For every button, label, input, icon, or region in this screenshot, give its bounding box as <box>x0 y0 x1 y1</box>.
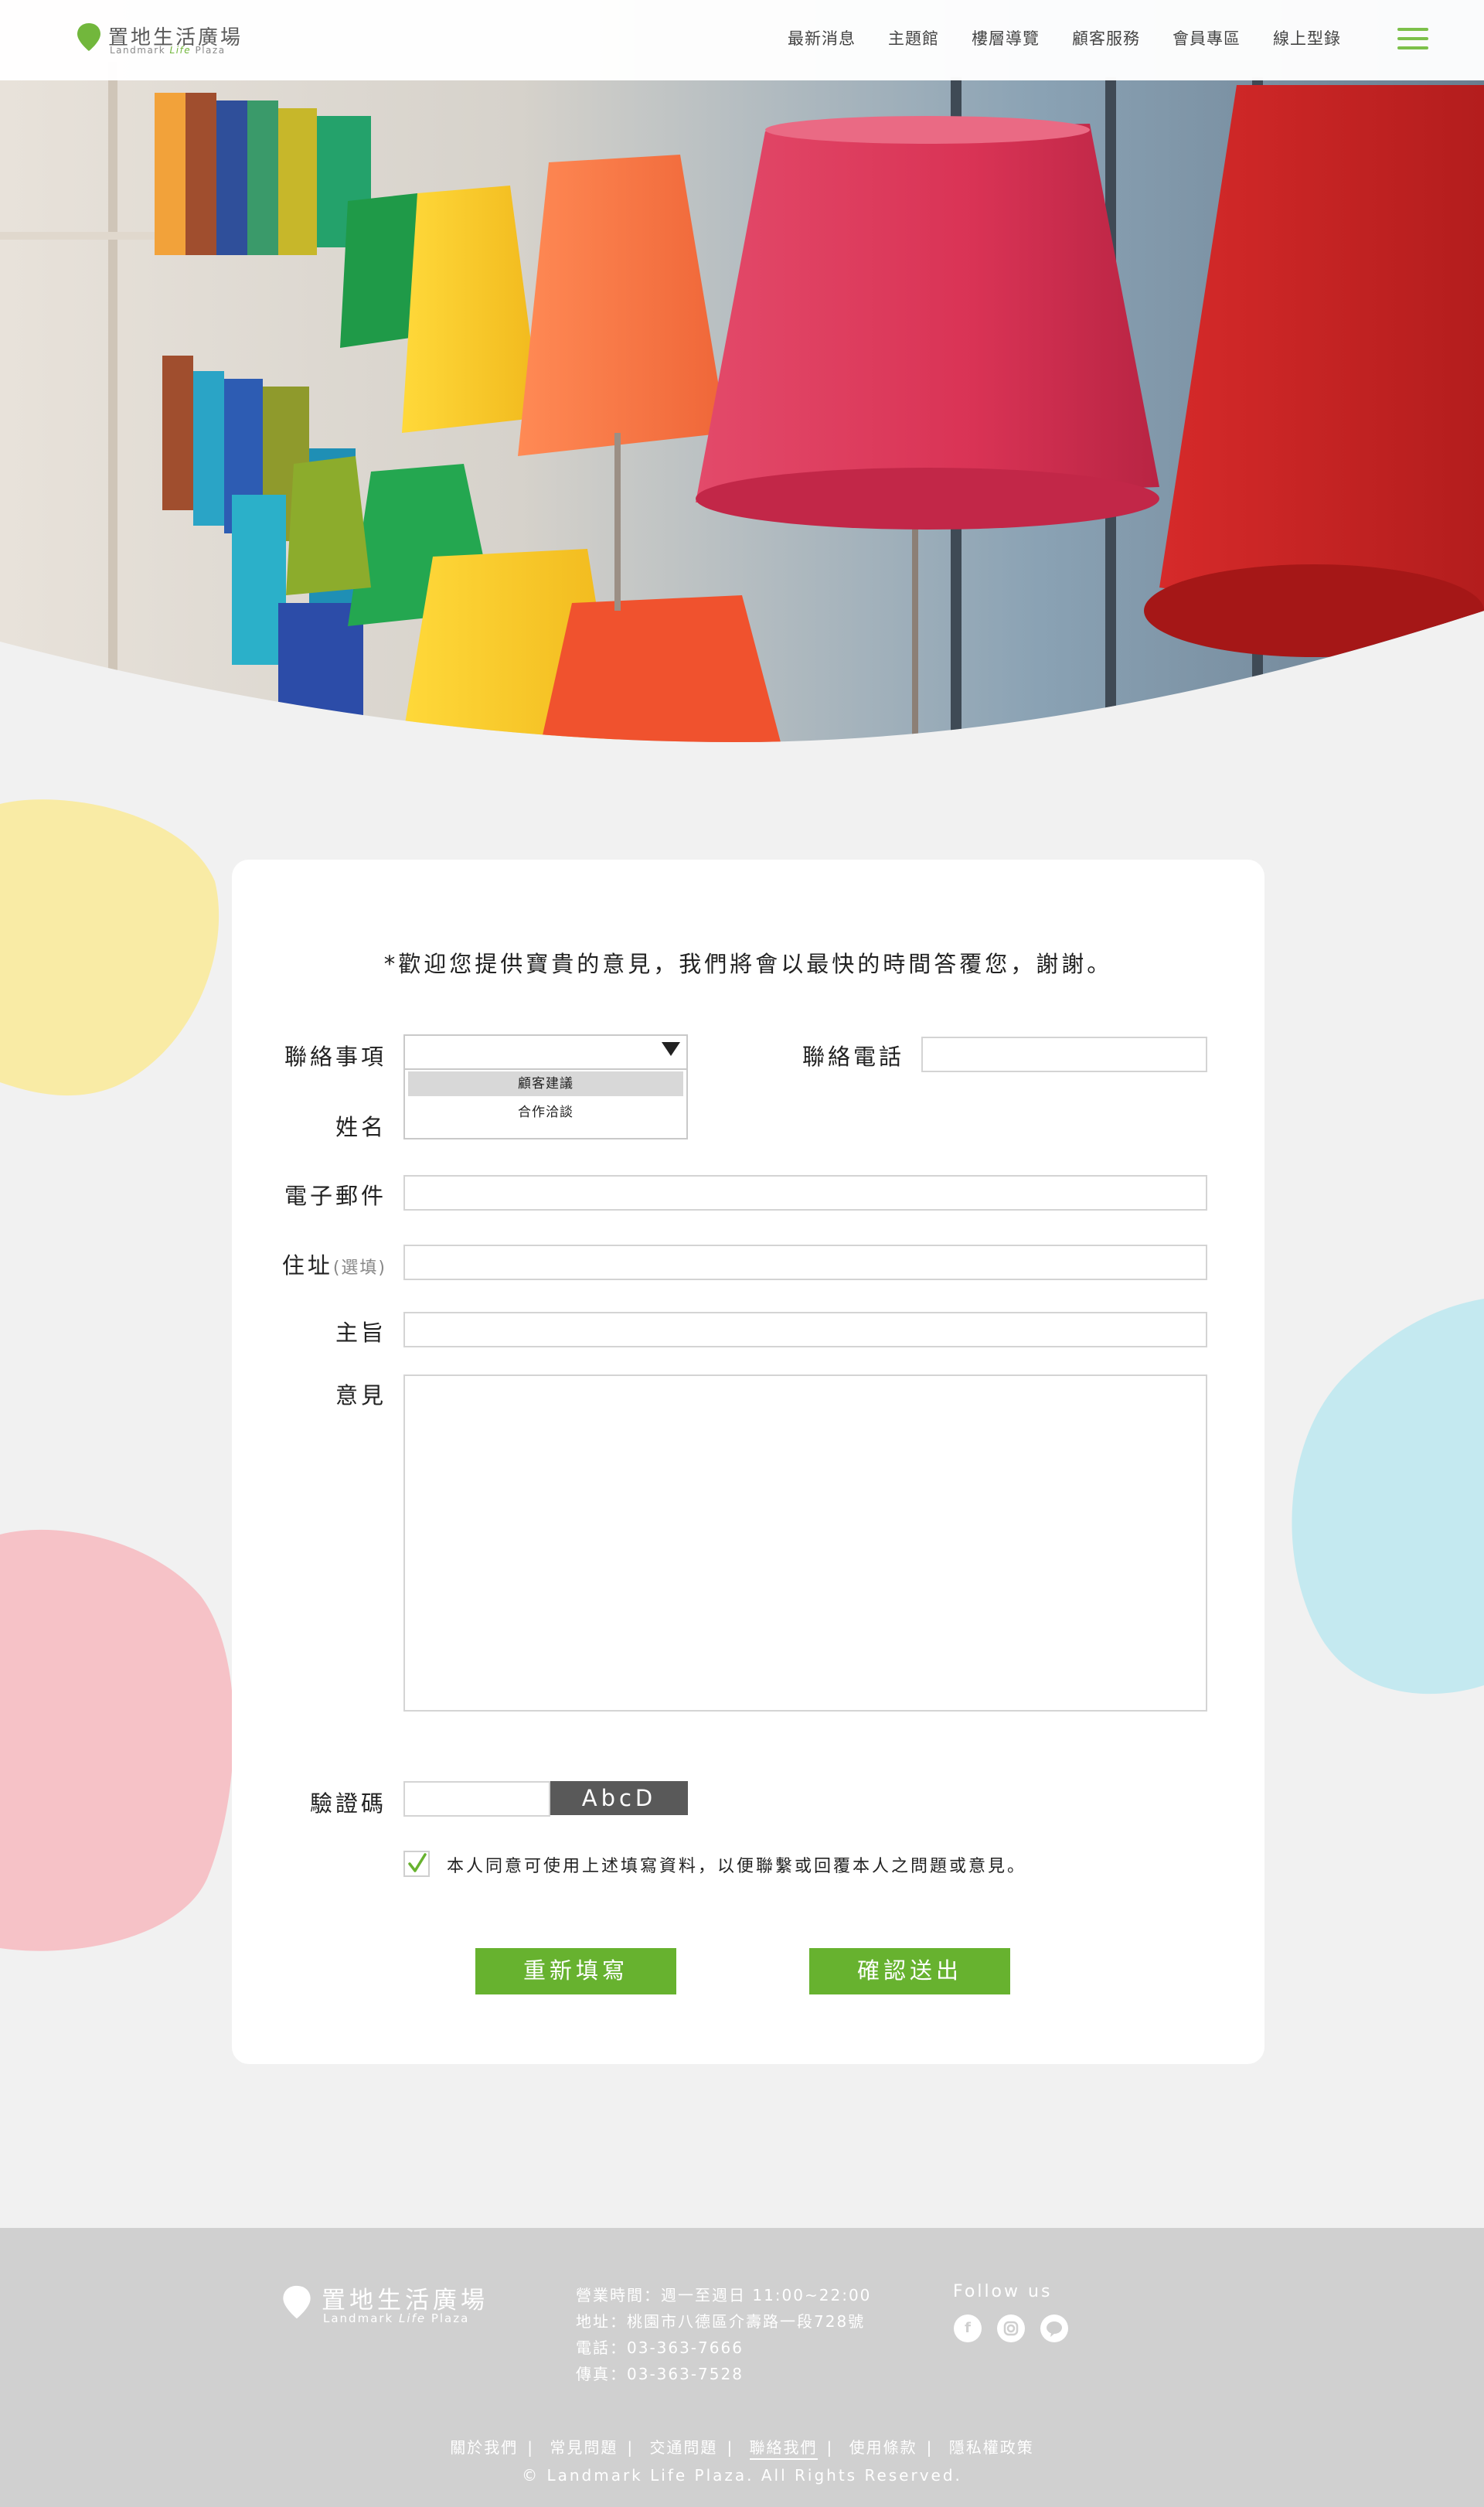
footer-logo[interactable]: 置地生活廣場 Landmark Life Plaza <box>281 2280 513 2327</box>
email-label: 電子郵件 <box>284 1183 386 1209</box>
line-icon[interactable] <box>1040 2315 1068 2342</box>
form-intro-text: *歡迎您提供寶貴的意見，我們將會以最快的時間答覆您，謝謝。 <box>383 951 1113 977</box>
pink-blob-decoration <box>0 1529 234 1951</box>
captcha-label: 驗證碼 <box>309 1790 386 1817</box>
captcha-input[interactable] <box>403 1781 550 1817</box>
nav-item-news[interactable]: 最新消息 <box>788 26 856 49</box>
subject-option-cooperation[interactable]: 合作洽談 <box>405 1098 686 1127</box>
message-textarea[interactable] <box>403 1374 1207 1712</box>
subject-dropdown-list: 顧客建議 合作洽談 <box>403 1070 688 1139</box>
reset-button[interactable]: 重新填寫 <box>475 1948 676 1994</box>
footer-hours: 營業時間：週一至週日 11:00~22:00 <box>576 2286 872 2304</box>
footer-logo-name: 置地生活廣場 <box>322 2287 488 2315</box>
instagram-icon[interactable] <box>997 2315 1025 2342</box>
agree-checkbox[interactable] <box>403 1851 430 1877</box>
main-nav: 最新消息 主題館 樓層導覽 顧客服務 會員專區 線上型錄 <box>788 26 1341 49</box>
footer-link-contact[interactable]: 聯絡我們 <box>749 2438 818 2460</box>
facebook-icon[interactable]: f <box>954 2315 982 2342</box>
captcha-image[interactable]: AbcD <box>550 1781 688 1815</box>
footer-link-about[interactable]: 關於我們 <box>450 2438 518 2457</box>
footer-tel: 電話：03-363-7666 <box>576 2338 744 2357</box>
yellow-blob-decoration <box>0 799 220 1096</box>
address-label: 住址(選填) <box>281 1252 386 1279</box>
agree-text: 本人同意可使用上述填寫資料，以便聯繫或回覆本人之問題或意見。 <box>447 1857 1027 1876</box>
logo-subtitle: Landmark Life Plaza <box>110 45 226 56</box>
submit-button[interactable]: 確認送出 <box>809 1948 1010 1994</box>
copyright-text: © Landmark Life Plaza. All Rights Reserv… <box>522 2466 962 2485</box>
footer-link-privacy[interactable]: 隱私權政策 <box>949 2438 1034 2457</box>
site-footer: 置地生活廣場 Landmark Life Plaza 營業時間：週一至週日 11… <box>0 2228 1484 2507</box>
message-label: 意見 <box>335 1382 386 1408</box>
nav-item-theme[interactable]: 主題館 <box>888 26 939 49</box>
footer-address: 地址：桃園市八德區介壽路一段728號 <box>576 2312 866 2331</box>
hero-banner-image <box>0 0 1484 742</box>
checkmark-icon <box>408 1853 427 1872</box>
footer-link-terms[interactable]: 使用條款 <box>849 2438 917 2457</box>
follow-us-label: Follow us <box>953 2282 1053 2301</box>
phone-label: 聯絡電話 <box>802 1044 904 1070</box>
dropdown-arrow-icon <box>662 1042 680 1056</box>
nav-item-catalog[interactable]: 線上型錄 <box>1273 26 1341 49</box>
blue-blob-decoration <box>1292 1299 1484 1695</box>
email-input[interactable] <box>403 1175 1207 1211</box>
site-logo[interactable]: 置地生活廣場 Landmark Life Plaza <box>76 20 246 60</box>
subject-label: 聯絡事項 <box>284 1044 386 1070</box>
footer-link-faq[interactable]: 常見問題 <box>550 2438 618 2457</box>
subject-select[interactable] <box>403 1034 688 1070</box>
topic-label: 主旨 <box>335 1320 386 1346</box>
footer-contact-info: 營業時間：週一至週日 11:00~22:00 地址：桃園市八德區介壽路一段728… <box>576 2282 871 2387</box>
site-header: 置地生活廣場 Landmark Life Plaza 最新消息 主題館 樓層導覽… <box>0 0 1484 80</box>
nav-item-customer-service[interactable]: 顧客服務 <box>1072 26 1140 49</box>
map-pin-icon <box>283 2285 311 2319</box>
map-pin-icon <box>77 23 100 51</box>
address-optional-hint: (選填) <box>332 1259 386 1278</box>
nav-item-floor-guide[interactable]: 樓層導覽 <box>972 26 1040 49</box>
nav-item-member[interactable]: 會員專區 <box>1173 26 1241 49</box>
footer-fax: 傳真：03-363-7528 <box>576 2365 744 2383</box>
footer-logo-subtitle: Landmark Life Plaza <box>323 2311 470 2325</box>
hamburger-icon[interactable] <box>1397 28 1428 51</box>
footer-link-traffic[interactable]: 交通問題 <box>649 2438 717 2457</box>
subject-option-suggestion[interactable]: 顧客建議 <box>408 1071 683 1096</box>
contact-form-card: *歡迎您提供寶貴的意見，我們將會以最快的時間答覆您，謝謝。 聯絡事項 顧客建議 … <box>232 860 1264 2064</box>
address-input[interactable] <box>403 1245 1207 1280</box>
name-label: 姓名 <box>335 1114 386 1140</box>
phone-input[interactable] <box>921 1037 1207 1072</box>
footer-links: 關於我們 | 常見問題 | 交通問題 | 聯絡我們 | 使用條款 | 隱私權政策 <box>0 2435 1484 2460</box>
topic-input[interactable] <box>403 1312 1207 1347</box>
